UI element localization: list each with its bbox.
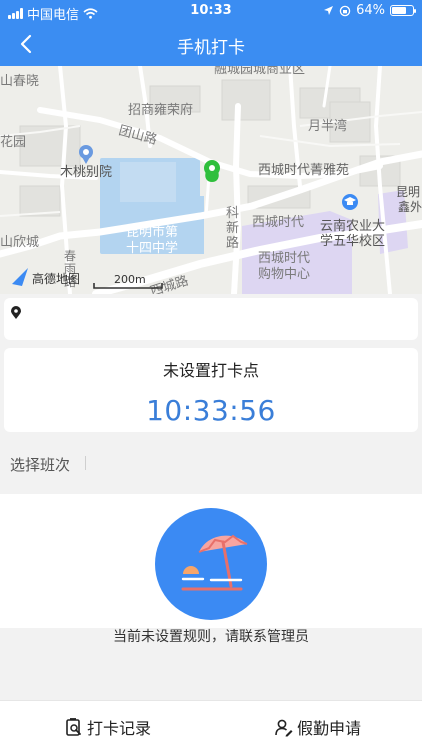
map-label-xicheng-mall-2: 购物中心 xyxy=(258,266,310,282)
battery-percent: 64% xyxy=(356,3,385,18)
map-label-kexin-3: 路 xyxy=(226,235,239,251)
shift-selector[interactable]: 选择班次 xyxy=(0,448,422,478)
amap-logo-text: 高德地图 xyxy=(32,271,80,286)
map-label-mutao: 木桃别院 xyxy=(60,165,112,180)
status-right-group: 64% xyxy=(323,3,416,18)
empty-state-illustration xyxy=(155,508,267,620)
map-label-huayuan: 花园 xyxy=(0,134,26,150)
current-location-marker-icon xyxy=(204,160,220,182)
page-title: 手机打卡 xyxy=(177,38,245,58)
map-label-xicheng-mall-1: 西城时代 xyxy=(258,251,310,266)
location-pin-icon xyxy=(11,306,21,319)
map-label-kexin-1: 科 xyxy=(226,206,239,221)
clock-status-label: 未设置打卡点 xyxy=(162,361,259,380)
map-scale-label: 200m xyxy=(114,273,146,286)
university-poi-icon xyxy=(342,194,358,210)
person-edit-icon xyxy=(275,719,293,737)
empty-state-message: 当前未设置规则，请联系管理员 xyxy=(113,629,309,645)
map-label-nongye-2: 学五华校区 xyxy=(320,233,385,249)
map-label-zhaoshang: 招商雍荣府 xyxy=(128,102,193,118)
beach-umbrella-icon xyxy=(181,534,248,591)
tab-clock-records-label: 打卡记录 xyxy=(87,719,152,738)
shift-label: 选择班次 xyxy=(10,456,71,474)
map-label-chunyu-1: 春 xyxy=(64,249,76,263)
orientation-lock-icon xyxy=(339,5,351,16)
map-label-kunming-xin2: 鑫外 xyxy=(398,199,422,214)
map-label-kunming-xin: 昆明 xyxy=(396,185,420,199)
shift-divider xyxy=(85,456,86,470)
address-card xyxy=(4,298,418,340)
map-label-school-2: 十四中学 xyxy=(126,240,178,256)
battery-icon xyxy=(390,5,416,16)
status-bar: 中国电信 10:33 64% xyxy=(0,0,422,23)
map-label-chunxiao: 山春晓 xyxy=(0,74,39,89)
map-label-nongye-1: 云南农业大 xyxy=(320,218,385,234)
map-label-school-1: 昆明市第 xyxy=(126,224,178,240)
map-label-shanxin: 山欣城 xyxy=(0,235,39,250)
clock-time: 10:33:56 xyxy=(146,394,276,427)
map-view[interactable]: 山春晓 融城园城商业区 招商雍荣府 团山路 月半湾 花园 木桃别院 西城时代菁雅… xyxy=(0,66,422,294)
tab-leave-request-label: 假勤申请 xyxy=(297,719,362,738)
tab-leave-request[interactable]: 假勤申请 xyxy=(274,715,361,739)
bottom-tab-bar: 打卡记录 假勤申请 xyxy=(0,700,422,750)
map-label-business-area: 融城园城商业区 xyxy=(214,66,305,77)
map-label-xicheng-shidai: 西城时代 xyxy=(252,215,304,230)
clock-in-card[interactable]: 未设置打卡点 10:33:56 xyxy=(4,348,418,432)
tab-clock-records[interactable]: 打卡记录 xyxy=(64,715,151,739)
header: 手机打卡 xyxy=(0,22,422,66)
map-label-kexin-2: 新 xyxy=(226,220,239,236)
clipboard-search-icon xyxy=(66,718,81,736)
map-label-yuebanwan: 月半湾 xyxy=(308,118,347,134)
location-arrow-icon xyxy=(324,6,334,15)
battery-fill xyxy=(392,7,407,14)
map-label-xicheng-jingya: 西城时代菁雅苑 xyxy=(258,163,349,178)
